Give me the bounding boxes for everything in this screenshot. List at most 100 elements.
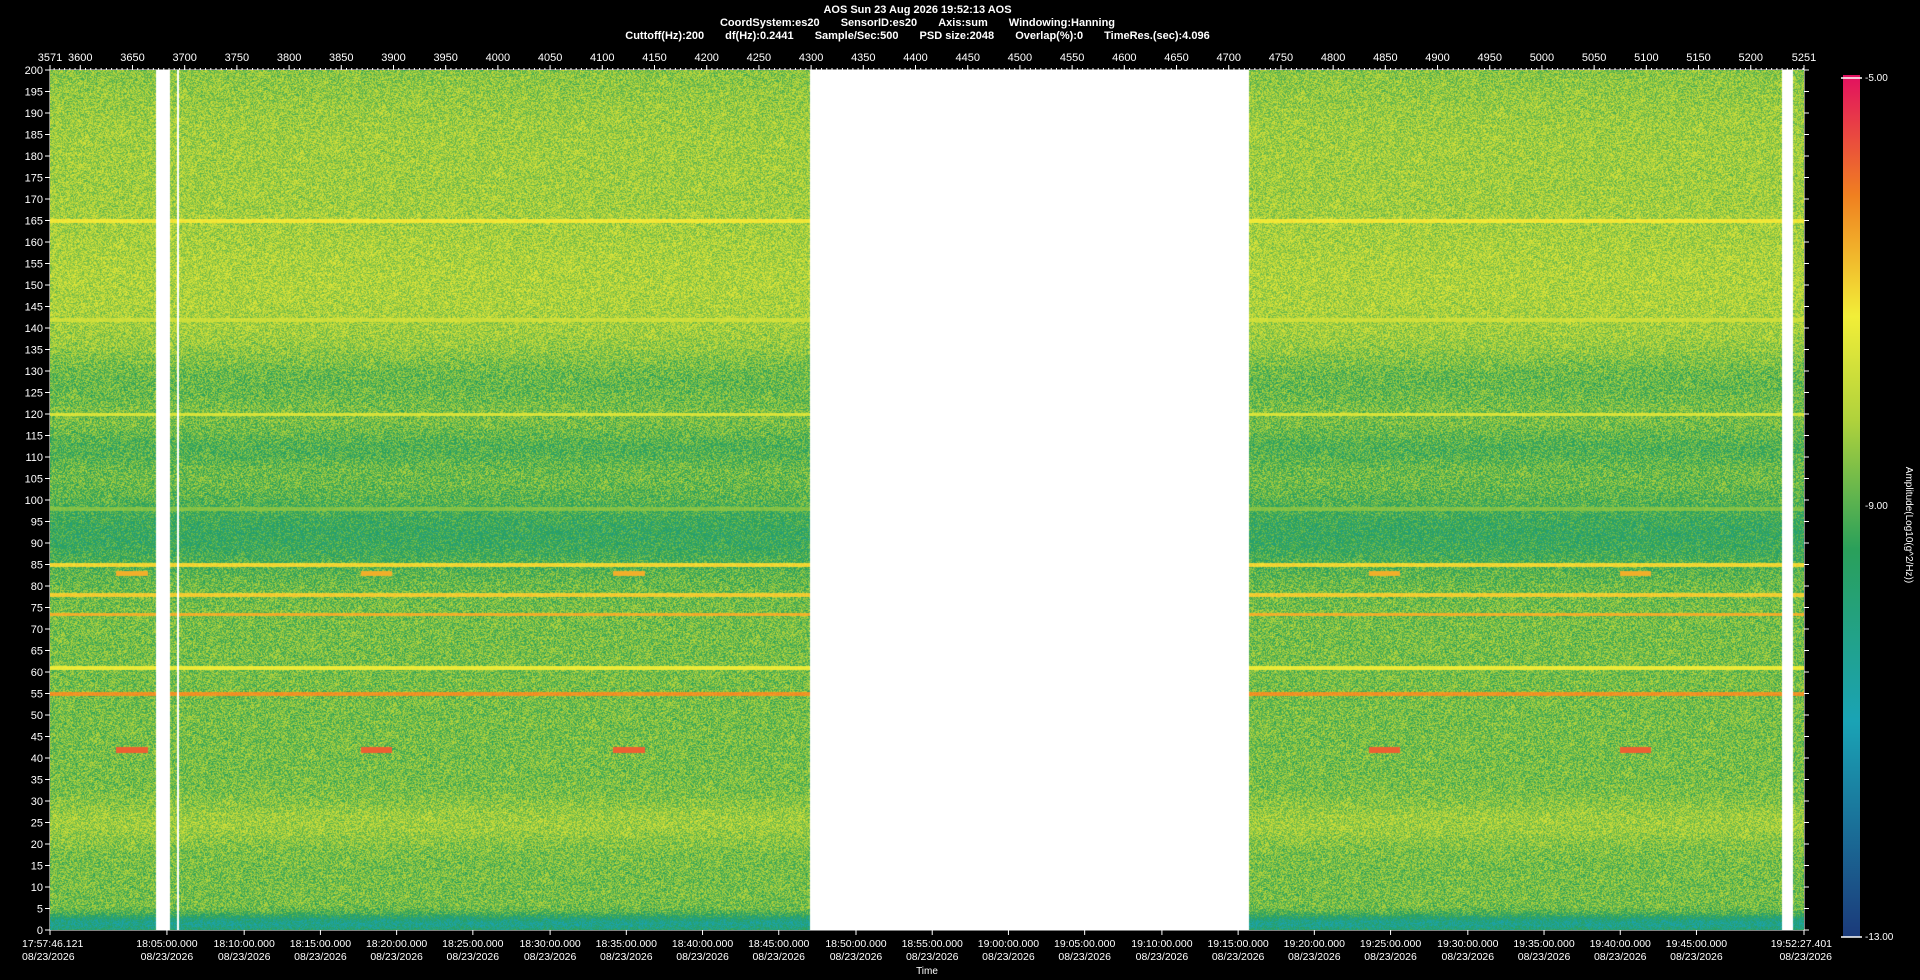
x-bottom-date-label: 08/23/2026 (22, 951, 75, 963)
x-top-tick-label: 4050 (538, 52, 562, 64)
x-bottom-time-label: 19:40:00.000 (1590, 938, 1651, 950)
x-bottom-time-label: 18:35:00.000 (596, 938, 657, 950)
y-tick-label: 80 (31, 581, 43, 593)
x-bottom-date-label: 08/23/2026 (294, 951, 347, 963)
x-bottom-date-label: 08/23/2026 (218, 951, 271, 963)
x-top-tick-label: 4300 (799, 52, 823, 64)
x-top-tick-label: 4900 (1425, 52, 1449, 64)
y-tick-label: 15 (31, 861, 43, 873)
x-bottom-time-label: 19:00:00.000 (978, 938, 1039, 950)
x-bottom-time-label: 18:10:00.000 (214, 938, 275, 950)
x-top-tick-label: 4500 (1008, 52, 1032, 64)
x-bottom-date-label: 08/23/2026 (752, 951, 805, 963)
x-top-tick-label: 3850 (329, 52, 353, 64)
x-top-tick-label: 5251 (1792, 52, 1816, 64)
colorbar-title: Amplitude(Log10(g^2/Hz)) (1903, 467, 1914, 583)
y-tick-label: 190 (25, 108, 43, 120)
colorbar-gradient (1843, 75, 1860, 937)
y-tick-label: 175 (25, 173, 43, 185)
y-tick-label: 135 (25, 345, 43, 357)
x-bottom-time-label: 19:52:27.401 (1771, 938, 1832, 950)
x-bottom-date-label: 08/23/2026 (676, 951, 729, 963)
y-tick-label: 20 (31, 839, 43, 851)
colorbar: -5.00 -9.00 -13.00 Amplitude(Log10(g^2/H… (1841, 73, 1914, 943)
x-top-tick-label: 5000 (1530, 52, 1554, 64)
x-top-tick-label: 3950 (433, 52, 457, 64)
y-tick-label: 55 (31, 689, 43, 701)
x-top-tick-label: 3800 (277, 52, 301, 64)
y-tick-label: 160 (25, 237, 43, 249)
y-tick-label: 100 (25, 495, 43, 507)
x-top-tick-label: 3900 (381, 52, 405, 64)
x-top-tick-label: 4350 (851, 52, 875, 64)
x-bottom-date-label: 08/23/2026 (1670, 951, 1723, 963)
x-bottom-time-label: 19:05:00.000 (1054, 938, 1115, 950)
heatmap-canvas (50, 70, 1804, 930)
y-tick-label: 70 (31, 624, 43, 636)
x-bottom-date-label: 08/23/2026 (1288, 951, 1341, 963)
x-top-tick-label: 4000 (486, 52, 510, 64)
x-bottom-time-label: 18:05:00.000 (136, 938, 197, 950)
y-tick-label: 45 (31, 732, 43, 744)
y-tick-label: 145 (25, 302, 43, 314)
y-tick-label: 170 (25, 194, 43, 206)
x-top-tick-label: 3650 (120, 52, 144, 64)
x-bottom-time-label: 19:15:00.000 (1207, 938, 1268, 950)
x-bottom-time-label: 19:25:00.000 (1360, 938, 1421, 950)
x-bottom-time-label: 18:40:00.000 (672, 938, 733, 950)
x-top-tick-label: 5100 (1634, 52, 1658, 64)
x-bottom-time-label: 19:45:00.000 (1666, 938, 1727, 950)
x-bottom-date-label: 08/23/2026 (830, 951, 883, 963)
x-top-tick-label: 4850 (1373, 52, 1397, 64)
x-axis-top: 3571 3600 3650 3700 3750 3800 3850 3900 3950 4000… (38, 52, 1816, 70)
y-tick-label: 105 (25, 474, 43, 486)
y-tick-label: 85 (31, 560, 43, 572)
x-top-tick-label: 5150 (1686, 52, 1710, 64)
x-bottom-date-label: 08/23/2026 (524, 951, 577, 963)
y-tick-label: 30 (31, 796, 43, 808)
x-bottom-date-label: 08/23/2026 (141, 951, 194, 963)
y-tick-label: 65 (31, 646, 43, 658)
x-bottom-time-label: 18:15:00.000 (290, 938, 351, 950)
x-top-tick-label: 4550 (1060, 52, 1084, 64)
x-top-tick-label: 4950 (1477, 52, 1501, 64)
x-axis-bottom: 17:57:46.12108/23/202618:05:00.00008/23/… (22, 930, 1832, 963)
x-top-tick-label: 3600 (68, 52, 92, 64)
x-bottom-date-label: 08/23/2026 (1442, 951, 1495, 963)
x-bottom-time-label: 18:30:00.000 (519, 938, 580, 950)
x-top-tick-label: 4150 (642, 52, 666, 64)
x-top-tick-label: 3700 (172, 52, 196, 64)
y-tick-label: 140 (25, 323, 43, 335)
x-top-tick-label: 4400 (903, 52, 927, 64)
y-tick-label: 0 (37, 925, 43, 937)
y-tick-label: 115 (25, 431, 43, 443)
x-bottom-time-label: 19:30:00.000 (1437, 938, 1498, 950)
y-tick-label: 35 (31, 775, 43, 787)
y-tick-label: 75 (31, 603, 43, 615)
x-bottom-date-label: 08/23/2026 (1136, 951, 1189, 963)
y-tick-label: 195 (25, 87, 43, 99)
x-bottom-date-label: 08/23/2026 (1364, 951, 1417, 963)
x-top-tick-label: 4700 (1216, 52, 1240, 64)
y-tick-label: 165 (25, 216, 43, 228)
x-bottom-date-label: 08/23/2026 (1594, 951, 1647, 963)
x-bottom-time-label: 19:10:00.000 (1131, 938, 1192, 950)
x-top-tick-label: 4800 (1321, 52, 1345, 64)
y-tick-label: 120 (25, 409, 43, 421)
y-tick-label: 95 (31, 517, 43, 529)
x-bottom-time-label: 18:50:00.000 (825, 938, 886, 950)
y-tick-label: 180 (25, 151, 43, 163)
x-bottom-date-label: 08/23/2026 (600, 951, 653, 963)
x-top-tick-label: 4650 (1164, 52, 1188, 64)
x-bottom-time-label: 18:20:00.000 (366, 938, 427, 950)
x-bottom-date-label: 08/23/2026 (447, 951, 500, 963)
y-tick-label: 150 (25, 280, 43, 292)
x-bottom-time-label: 18:25:00.000 (442, 938, 503, 950)
x-axis-title: Time (916, 966, 938, 977)
x-top-tick-label: 3750 (225, 52, 249, 64)
y-tick-label: 10 (31, 882, 43, 894)
x-bottom-time-label: 19:20:00.000 (1284, 938, 1345, 950)
y-tick-label: 40 (31, 753, 43, 765)
x-top-tick-label: 4450 (955, 52, 979, 64)
x-top-tick-label: 4200 (694, 52, 718, 64)
